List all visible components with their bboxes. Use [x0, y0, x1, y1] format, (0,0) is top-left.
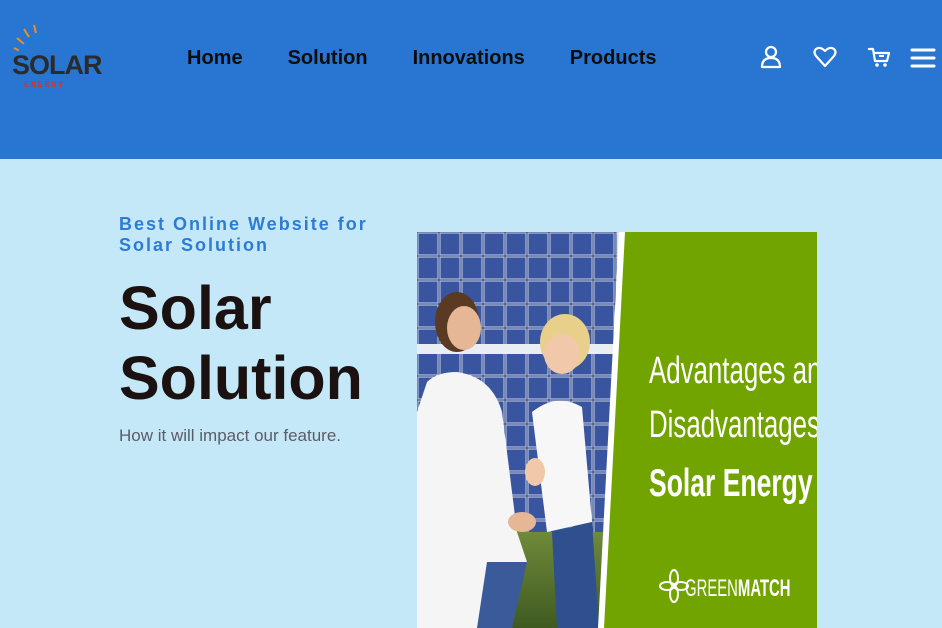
banner-line-1: Advantages and	[649, 350, 817, 392]
logo-text: SOLAR	[12, 50, 102, 80]
nav-products[interactable]: Products	[570, 47, 657, 70]
site-header: SOLAR ENERGY Home Solution Innovations P…	[0, 0, 942, 159]
greenmatch-logo: GREENMATCH	[685, 575, 791, 603]
greenmatch-bold: MATCH	[737, 575, 791, 602]
main-nav: Home Solution Innovations Products	[187, 47, 701, 70]
nav-innovations[interactable]: Innovations	[413, 47, 525, 70]
menu-icon[interactable]	[910, 44, 936, 70]
nav-solution[interactable]: Solution	[288, 47, 368, 70]
logo[interactable]: SOLAR ENERGY	[0, 0, 102, 100]
cart-icon[interactable]	[866, 44, 892, 70]
banner-line-3: Solar Energy	[649, 462, 813, 505]
hero-eyebrow: Best Online Website for Solar Solution	[119, 214, 368, 255]
nav-home[interactable]: Home	[187, 47, 243, 70]
hero-title: Solar Solution	[119, 274, 363, 412]
hero-subtitle: How it will impact our feature.	[119, 426, 342, 445]
heart-icon[interactable]	[812, 44, 838, 70]
user-icon[interactable]	[758, 44, 784, 70]
hero-banner-image[interactable]: Advantages and Disadvantages of Solar En…	[417, 232, 817, 628]
logo-subtext: ENERGY	[24, 80, 65, 89]
greenmatch-light: GREEN	[685, 575, 738, 602]
banner-line-2: Disadvantages of	[649, 404, 817, 446]
header-icons	[758, 44, 942, 74]
